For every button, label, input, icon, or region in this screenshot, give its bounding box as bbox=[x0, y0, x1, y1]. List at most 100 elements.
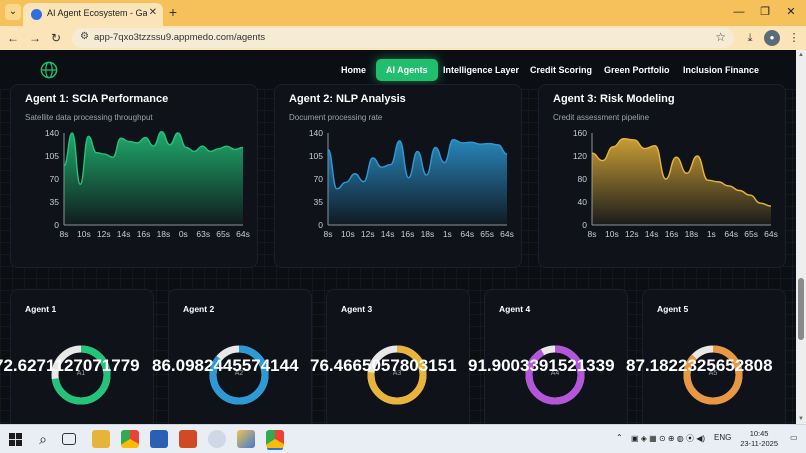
site-favicon-icon bbox=[31, 9, 42, 20]
area-chart-agent3: 040801201608s 10s 12s 14s 16s 18s 1s 64s 65s 64s bbox=[573, 128, 778, 239]
chart-card-agent2: Agent 2: NLP Analysis Document processin… bbox=[274, 84, 522, 268]
series-area bbox=[328, 139, 507, 225]
taskbar-clock[interactable]: 10:45 23-11-2025 bbox=[740, 429, 778, 449]
tray-icons[interactable]: ▣ ◈ ▦ ⊙ ⊕ ◍ ⦿ ◀) bbox=[631, 433, 705, 444]
x-tick-label: 16s bbox=[137, 229, 151, 239]
x-tick-label: 65s bbox=[744, 229, 758, 239]
x-tick-label: 1s bbox=[707, 229, 716, 239]
forward-button[interactable]: → bbox=[27, 30, 43, 46]
restore-button[interactable]: ❐ bbox=[754, 4, 776, 20]
x-tick-label: 64s bbox=[236, 229, 250, 239]
new-tab-button[interactable]: + bbox=[166, 4, 180, 20]
area-chart-agent2: 035701051408s 10s 12s 14s 16s 18s 1s 64s 65s 64s bbox=[309, 128, 514, 239]
x-tick-label: 63s bbox=[196, 229, 210, 239]
chart-card-agent1: Agent 1: SCIA Performance Satellite data… bbox=[10, 84, 258, 268]
agent-value: 72.6271127071779 bbox=[0, 356, 140, 375]
x-tick-label: 8s bbox=[60, 229, 69, 239]
nav-inclusion-finance[interactable]: Inclusion Finance bbox=[673, 59, 769, 81]
agent-name: Agent 2 bbox=[183, 304, 215, 314]
y-tick-label: 160 bbox=[573, 128, 587, 138]
x-tick-label: 14s bbox=[645, 229, 659, 239]
clock-time: 10:45 bbox=[749, 429, 769, 438]
x-tick-label: 1s bbox=[443, 229, 452, 239]
app-icon[interactable] bbox=[208, 430, 226, 448]
word-icon[interactable] bbox=[150, 430, 168, 448]
bookmark-star-icon[interactable]: ☆ bbox=[715, 30, 726, 44]
nav-green-portfolio[interactable]: Green Portfolio bbox=[594, 59, 680, 81]
reload-button[interactable]: ↻ bbox=[48, 30, 64, 46]
agent-name: Agent 3 bbox=[341, 304, 373, 314]
y-tick-label: 70 bbox=[50, 174, 60, 184]
x-tick-label: 18s bbox=[157, 229, 171, 239]
site-info-icon[interactable]: ⚙ bbox=[80, 31, 89, 42]
back-button[interactable]: ← bbox=[5, 30, 21, 46]
chart-subtitle: Credit assessment pipeline bbox=[553, 113, 650, 122]
scroll-up-arrow-icon[interactable]: ▲ bbox=[796, 50, 806, 60]
menu-dots-icon[interactable]: ⋮ bbox=[786, 30, 802, 46]
x-tick-label: 18s bbox=[685, 229, 699, 239]
tab-title: AI Agent Ecosystem - GaiaScore bbox=[47, 8, 147, 18]
windows-start-icon[interactable] bbox=[9, 433, 22, 446]
x-tick-label: 8s bbox=[324, 229, 333, 239]
x-tick-label: 64s bbox=[500, 229, 514, 239]
address-bar[interactable]: ⚙ app-7qxo3tzzssu9.appmedo.com/agents ☆ bbox=[72, 28, 734, 48]
app-icon[interactable] bbox=[237, 430, 255, 448]
x-tick-label: 8s bbox=[588, 229, 597, 239]
x-tick-label: 12s bbox=[97, 229, 111, 239]
close-tab-icon[interactable]: ✕ bbox=[149, 7, 157, 18]
language-indicator[interactable]: ENG bbox=[714, 433, 731, 442]
scroll-thumb[interactable] bbox=[798, 278, 804, 340]
task-view-icon[interactable] bbox=[62, 433, 76, 445]
agent-value: 76.4665057803151 bbox=[310, 356, 457, 375]
agent-value: 86.0982445574144 bbox=[152, 356, 299, 375]
close-window-button[interactable]: ✕ bbox=[780, 4, 802, 20]
x-tick-label: 0s bbox=[179, 229, 188, 239]
scroll-down-arrow-icon[interactable]: ▼ bbox=[796, 414, 806, 424]
chart-subtitle: Document processing rate bbox=[289, 113, 383, 122]
notification-icon[interactable]: ▭ bbox=[790, 433, 798, 442]
nav-ai-agents[interactable]: AI Agents bbox=[376, 59, 438, 81]
chart-title: Agent 3: Risk Modeling bbox=[553, 93, 675, 105]
file-explorer-icon[interactable] bbox=[92, 430, 110, 448]
nav-home[interactable]: Home bbox=[331, 59, 376, 81]
y-tick-label: 35 bbox=[50, 197, 60, 207]
x-tick-label: 12s bbox=[625, 229, 639, 239]
clock-date: 23-11-2025 bbox=[740, 439, 778, 448]
chart-title: Agent 1: SCIA Performance bbox=[25, 93, 169, 105]
nav-credit-scoring[interactable]: Credit Scoring bbox=[520, 59, 602, 81]
chrome-active-icon[interactable] bbox=[266, 430, 284, 448]
y-tick-label: 105 bbox=[45, 151, 59, 161]
powerpoint-icon[interactable] bbox=[179, 430, 197, 448]
x-tick-label: 10s bbox=[77, 229, 91, 239]
chart-subtitle: Satellite data processing throughput bbox=[25, 113, 153, 122]
x-tick-label: 14s bbox=[381, 229, 395, 239]
x-tick-label: 65s bbox=[216, 229, 230, 239]
browser-tab-bar: ⌄ AI Agent Ecosystem - GaiaScore ✕ + — ❐… bbox=[0, 0, 806, 26]
y-tick-label: 140 bbox=[45, 128, 59, 138]
profile-avatar[interactable]: ● bbox=[764, 30, 780, 46]
agent-name: Agent 4 bbox=[499, 304, 531, 314]
download-icon[interactable]: ⤓ bbox=[742, 30, 758, 46]
tab-search-button[interactable]: ⌄ bbox=[5, 4, 21, 20]
tray-chevron-icon[interactable]: ⌃ bbox=[616, 433, 623, 442]
x-tick-label: 10s bbox=[341, 229, 355, 239]
address-toolbar: ← → ↻ ⚙ app-7qxo3tzzssu9.appmedo.com/age… bbox=[0, 26, 806, 50]
page-scrollbar[interactable]: ▲ ▼ bbox=[796, 50, 806, 424]
minimize-button[interactable]: — bbox=[728, 4, 750, 20]
globe-logo-icon[interactable] bbox=[40, 61, 58, 79]
url-text[interactable]: app-7qxo3tzzssu9.appmedo.com/agents bbox=[94, 32, 265, 43]
browser-tab[interactable]: AI Agent Ecosystem - GaiaScore ✕ bbox=[23, 3, 163, 26]
x-tick-label: 18s bbox=[421, 229, 435, 239]
y-tick-label: 120 bbox=[573, 151, 587, 161]
chart-title: Agent 2: NLP Analysis bbox=[289, 93, 406, 105]
chrome-icon[interactable] bbox=[121, 430, 139, 448]
y-tick-label: 80 bbox=[578, 174, 588, 184]
y-tick-label: 140 bbox=[309, 128, 323, 138]
y-tick-label: 70 bbox=[314, 174, 324, 184]
y-tick-label: 40 bbox=[578, 197, 588, 207]
x-tick-label: 16s bbox=[401, 229, 415, 239]
nav-intelligence-layer[interactable]: Intelligence Layer bbox=[433, 59, 529, 81]
search-icon[interactable]: ⌕ bbox=[34, 430, 52, 448]
agent-name: Agent 5 bbox=[657, 304, 689, 314]
x-tick-label: 64s bbox=[764, 229, 778, 239]
